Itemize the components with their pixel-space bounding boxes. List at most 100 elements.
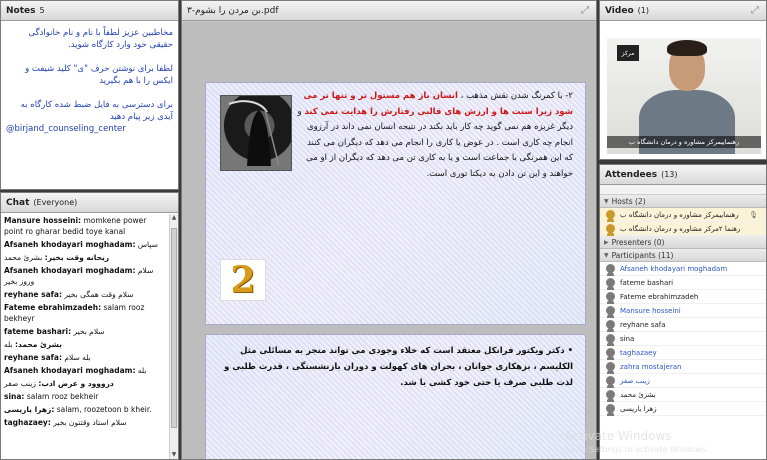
video-header: Video (1) ⤢ (600, 1, 766, 21)
participant-name: taghazaey (620, 348, 657, 357)
chat-text: بله سلام (64, 353, 91, 362)
participants-list: Afsaneh khodayari moghadam fateme bashari… (600, 262, 766, 416)
participant-user-icon (606, 278, 615, 290)
participant-row[interactable]: Mansure hosseini (600, 304, 766, 318)
chat-text: بشرئ محمد (4, 253, 43, 262)
participant-name: Fateme ebrahimzadeh (620, 292, 699, 301)
chat-text: سلام بخیر (73, 327, 105, 336)
participant-user-icon (606, 348, 615, 360)
chat-scroll-thumb[interactable] (171, 228, 177, 428)
notes-pod: Notes 5 مخاطبین عزیز لطفاً با نام و نام … (0, 0, 179, 190)
center-logo-icon: مرکز (617, 45, 639, 61)
participant-row[interactable]: زینب صفر (600, 374, 766, 388)
participant-row[interactable]: بشرئ محمد (600, 388, 766, 402)
chat-text: سپاس (137, 240, 158, 249)
participants-label: Participants (611, 250, 656, 260)
chat-sender: زهرا یاریسی: (4, 405, 55, 414)
fullscreen-icon[interactable]: ⤢ (749, 5, 761, 16)
chat-message: درووود و عرض ادب: زینب صفر (4, 378, 167, 389)
participant-name: بشرئ محمد (620, 390, 656, 399)
microphone-icon: 🎙 (749, 210, 758, 219)
slide-1-text: ۲- با کمرنگ شدن نقش مذهب ، انسان باز هم … (296, 89, 573, 182)
attendees-title: Attendees (605, 169, 658, 180)
participants-category[interactable]: ▼ Participants (11) (600, 249, 766, 262)
chat-scrollbar[interactable]: ▲ ▼ (169, 214, 178, 459)
chat-message: Mansure hosseini: momkene power point ro… (4, 215, 167, 237)
notes-handle: @birjand_counseling_center (6, 124, 126, 134)
slide-1-lead: با کمرنگ شدن نقش مذهب ، (460, 91, 563, 101)
webcam-feed: مرکز رهنماییمرکز مشاوره و درمان دانشگاه … (607, 38, 761, 154)
participant-row[interactable]: fateme bashari (600, 276, 766, 290)
collapse-arrow-icon[interactable]: ▼ (604, 198, 609, 205)
slide-1-body: و دیگر غریزه هم نمی گوید چه کار باید بکن… (297, 106, 573, 179)
chat-sender: reyhane safa: (4, 290, 62, 299)
slide-page-1: 2 ۲- با کمرنگ شدن نقش مذهب ، انسان باز ه… (205, 82, 586, 325)
presenters-label: Presenters (611, 237, 652, 247)
attendees-count: (13) (661, 170, 678, 179)
participant-name: زینب صفر (620, 376, 650, 385)
chat-text: بله (137, 366, 147, 375)
chat-sender: ریحانه وقت بخیر: (44, 253, 110, 262)
participants-count: (11) (658, 250, 674, 260)
participant-row[interactable]: zahra mostajeran (600, 360, 766, 374)
participant-row[interactable]: taghazaey (600, 346, 766, 360)
participant-user-icon (606, 334, 615, 346)
host-row[interactable]: رهنما ۲مرکز مشاوره و درمان دانشگاه ب (600, 222, 766, 236)
participant-user-icon (606, 320, 615, 332)
collapse-arrow-icon[interactable]: ▼ (604, 252, 609, 259)
notes-count: 5 (39, 6, 45, 15)
participant-name: sina (620, 334, 635, 343)
chat-sender: Afsaneh khodayari moghadam: (4, 266, 136, 275)
hosts-category[interactable]: ▼ Hosts (2) (600, 195, 766, 208)
participant-row[interactable]: reyhane safa (600, 318, 766, 332)
hosts-label: Hosts (611, 196, 633, 206)
document-viewer[interactable]: 2 ۲- با کمرنگ شدن نقش مذهب ، انسان باز ه… (182, 22, 596, 459)
expand-arrow-icon[interactable]: ▶ (604, 239, 609, 246)
attendees-pod: Attendees (13) ▼ Hosts (2) رهنماییمرکز م… (599, 164, 767, 460)
chat-sender: درووود و عرض ادب: (38, 379, 114, 388)
chat-sender: reyhane safa: (4, 353, 62, 362)
chat-message: reyhane safa: سلام وقت همگی بخیر (4, 289, 167, 300)
chat-message: ریحانه وقت بخیر: بشرئ محمد (4, 252, 167, 263)
chat-sender: Fateme ebrahimzadeh: (4, 303, 102, 312)
chat-header: Chat (Everyone) (1, 193, 178, 213)
chat-message: taghazaey: سلام استاد وقتتون بخیر (4, 417, 167, 428)
host-user-icon (606, 224, 615, 236)
host-name: رهنما ۲مرکز مشاوره و درمان دانشگاه ب (620, 224, 741, 233)
chat-message: Afsaneh khodayari moghadam: سپاس (4, 239, 167, 250)
adobe-connect-room: Notes 5 مخاطبین عزیز لطفاً با نام و نام … (0, 0, 767, 460)
chat-message: Afsaneh khodayari moghadam: بله (4, 365, 167, 376)
chat-sender: بشرئ محمد: (14, 340, 62, 349)
host-row[interactable]: رهنماییمرکز مشاوره و درمان دانشگاه ب 🎙 (600, 208, 766, 222)
chat-sender: Mansure hosseini: (4, 216, 82, 225)
participant-name: reyhane safa (620, 320, 666, 329)
chat-text: سلام استاد وقتتون بخیر (53, 418, 127, 427)
share-header: ۳-بن مردن را بشوم.pdf ⤢ (182, 1, 596, 21)
participant-row[interactable]: sina (600, 332, 766, 346)
slide-2-text: • دکتر ویکتور فرانکل معتقد است که خلاء و… (224, 346, 573, 388)
host-name: رهنماییمرکز مشاوره و درمان دانشگاه ب (620, 210, 739, 219)
chat-message: sina: salam rooz bekheir (4, 391, 167, 402)
chat-title: Chat (6, 197, 30, 208)
participant-row[interactable]: Afsaneh khodayari moghadam (600, 262, 766, 276)
notes-content: مخاطبین عزیز لطفاً با نام و نام خانوادگی… (1, 21, 178, 141)
fullscreen-icon[interactable]: ⤢ (579, 5, 591, 16)
participant-row[interactable]: Fateme ebrahimzadeh (600, 290, 766, 304)
hosts-list: رهنماییمرکز مشاوره و درمان دانشگاه ب 🎙 رهن… (600, 208, 766, 236)
participant-user-icon (606, 292, 615, 304)
notes-title: Notes (6, 5, 36, 16)
chat-scope[interactable]: (Everyone) (33, 198, 77, 207)
presenters-count: (0) (653, 237, 665, 247)
slide-page-2: • دکتر ویکتور فرانکل معتقد است که خلاء و… (205, 334, 586, 459)
participant-row[interactable]: زهرا یاریسی (600, 402, 766, 416)
host-user-icon (606, 210, 615, 222)
notes-paragraph: لطفا برای نوشتن حرف "ی" کلید شیفت و ایکس… (25, 64, 173, 86)
chat-messages: Mansure hosseini: momkene power point ro… (1, 213, 178, 453)
chat-text: سلام وقت همگی بخیر (64, 290, 134, 299)
chat-sender: Afsaneh khodayari moghadam: (4, 366, 136, 375)
webcam-caption: رهنماییمرکز مشاوره و درمان دانشگاه ب (607, 136, 761, 148)
presenters-category[interactable]: ▶ Presenters (0) (600, 236, 766, 249)
scroll-down-icon[interactable]: ▼ (170, 451, 178, 459)
scroll-up-icon[interactable]: ▲ (170, 214, 178, 223)
participant-user-icon (606, 264, 615, 276)
